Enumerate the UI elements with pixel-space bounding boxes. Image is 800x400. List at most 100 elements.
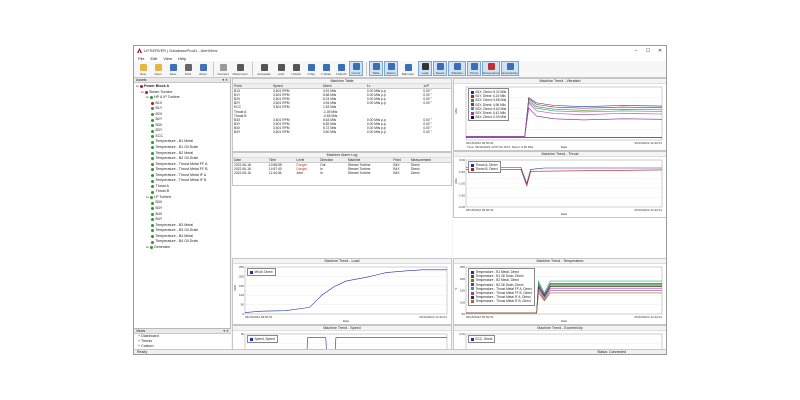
legend-swatch	[471, 107, 474, 111]
save-icon	[169, 64, 177, 71]
expand-icon[interactable]: ⊟	[141, 90, 144, 96]
open-button[interactable]: Open	[151, 61, 165, 76]
view-label: Trends	[141, 339, 153, 343]
print-button[interactable]: Print	[181, 61, 195, 76]
y-tick-label: 150	[460, 289, 465, 293]
expand-icon[interactable]: ⊟	[146, 245, 149, 251]
disconnect-button[interactable]: Disconnect	[231, 61, 249, 76]
y-tick-label: 100	[460, 300, 465, 304]
legend-swatch	[471, 299, 474, 303]
ribbon-label: Eccentricity	[502, 71, 518, 75]
thrust-trend-panel: Machine Trend - Thrust 0.00 -0.50 -1.00 -1.5…	[453, 151, 666, 218]
x-start-label: 06/15/2022 06:50:51	[466, 208, 494, 212]
load-button[interactable]: Load	[418, 61, 432, 76]
new-button[interactable]: New	[136, 61, 150, 76]
autoscale-icon	[260, 64, 268, 71]
close-button[interactable]: ✕	[654, 48, 666, 54]
1-month-button[interactable]: 1 Month	[334, 61, 348, 76]
unlock-button[interactable]: Unlock	[289, 61, 303, 76]
app-window: LIFSERVER | DatabaseProd1 - AlertView – …	[133, 45, 667, 355]
speed-button[interactable]: Speed	[433, 61, 447, 76]
legend-swatch	[471, 283, 474, 287]
assets-pane: Assets ▾ ✕ ⊟ Power Block A ⊟ Steam Turbine ⊟ H…	[134, 78, 231, 349]
cursor-icon	[352, 63, 360, 70]
minimize-button[interactable]: –	[630, 48, 642, 54]
expand-icon[interactable]: ⊟	[146, 195, 149, 201]
y-tick-label: 250	[239, 265, 244, 269]
ribbon-label: Save	[169, 72, 177, 76]
table-cell: Stream Turbine	[347, 171, 371, 176]
status-dot-icon	[151, 179, 154, 183]
table-cell: 0.00 Mils p-p	[366, 130, 386, 135]
menu-view[interactable]: View	[163, 56, 172, 61]
cursor-button[interactable]: Cursor	[349, 61, 363, 76]
table-row[interactable]: 2022-06-16 11:44:36 Alert In Stream Turbine B…	[233, 171, 451, 175]
ribbon-label: Alarms	[386, 71, 396, 75]
y-tick-label: 0.00	[459, 158, 465, 162]
legend-label: ECC, Direct	[475, 337, 493, 341]
1-day-button[interactable]: 1 Day	[304, 61, 318, 76]
thrust-button[interactable]: Thrust	[467, 61, 481, 76]
lock-icon	[277, 64, 285, 71]
y-tick-label: -2.00	[458, 205, 465, 209]
ribbon-separator	[366, 62, 367, 76]
menu-edit[interactable]: Edit	[150, 56, 157, 61]
expand-icon[interactable]: ⊟	[136, 84, 139, 90]
legend-item[interactable]: Temperature - Thrust Metal IF B, Direct	[471, 299, 532, 303]
vibration-legend: B1X, Direct: 6.32 Mils B1Y, Direct: 6.24 …	[468, 88, 510, 122]
legend-swatch	[471, 111, 474, 115]
save-button[interactable]: Save	[166, 61, 180, 76]
legend-swatch	[471, 167, 474, 171]
menu-file[interactable]: File	[138, 56, 144, 61]
temperature-button[interactable]: Temperature	[482, 61, 500, 76]
legend-item[interactable]: MVolt, Direct	[250, 270, 273, 274]
machine-table-panel: Machine Table Point Speed Direct 1x 1xP B1X 3,…	[232, 78, 452, 152]
print-icon	[184, 64, 192, 71]
new-icon	[139, 64, 147, 71]
speed-legend: Speed, Speed	[247, 335, 278, 344]
table-cell: Direct	[410, 171, 420, 176]
alarms-button[interactable]: Alarms	[384, 61, 398, 76]
views-pin-icon[interactable]: ▾ ✕	[223, 329, 229, 333]
maximize-button[interactable]: ☐	[642, 48, 654, 54]
legend-item[interactable]: ECC, Direct	[471, 337, 492, 341]
ribbon-label: Lock	[277, 72, 285, 76]
table-cell: 2022-06-16	[234, 171, 251, 176]
tree-item-generator[interactable]: ⊟ Generator	[136, 245, 228, 251]
legend-item[interactable]: Speed, Speed	[250, 337, 275, 341]
connect-button[interactable]: Connect	[216, 61, 230, 76]
status-dot-icon	[151, 107, 154, 111]
ribbon-label: Table	[372, 71, 380, 75]
views-pane: Views ▾ ✕ + Dashboard + Trends + Custom	[134, 328, 231, 349]
pane-pin-icon[interactable]: ▾ ✕	[222, 78, 228, 82]
ribbon-label: 1 Day	[307, 72, 315, 76]
ribbon-label: Barmeter	[401, 72, 415, 76]
status-dot-icon	[151, 229, 154, 233]
about-button[interactable]: About	[196, 61, 210, 76]
machine-table: Point Speed Direct 1x 1xP B1X 3,601 RPM 4.91 Mi…	[233, 84, 451, 134]
table-button[interactable]: Table	[369, 61, 383, 76]
connect-icon	[219, 64, 227, 71]
legend-label: Thrust B, Direct	[475, 167, 498, 172]
1-week-button[interactable]: 1 Week	[319, 61, 333, 76]
eccentricity-legend: ECC, Direct	[468, 335, 496, 344]
lock-button[interactable]: Lock	[274, 61, 288, 76]
legend-item[interactable]: B4X, Direct: 0.00 Mils	[471, 115, 506, 119]
legend-swatch	[471, 291, 474, 295]
status-dot-icon	[151, 235, 154, 239]
ribbon-label: Thrust	[469, 71, 479, 75]
expand-icon[interactable]: ⊟	[146, 95, 149, 101]
load-legend: MVolt, Direct	[247, 268, 276, 277]
vibration-button[interactable]: Vibration	[448, 61, 466, 76]
thrust-legend: Thrust A, Direct Thrust B, Direct	[468, 161, 501, 174]
autoscale-button[interactable]: Autoscale	[255, 61, 273, 76]
barmeter-button[interactable]: Barmeter	[399, 61, 417, 76]
menu-help[interactable]: Help	[178, 56, 186, 61]
table-row[interactable]: B4Y 3,601 RPM 3.50 Mils 0.00 Mils p-p 0.00 °	[233, 130, 451, 134]
eccentricity-button[interactable]: Eccentricity	[501, 61, 519, 76]
legend-swatch	[250, 270, 253, 274]
status-dot-icon	[151, 207, 154, 211]
view-label: Dashboard	[141, 334, 159, 338]
ribbon-toolbar: New Open Save Print About Connect Disconnect Au…	[134, 61, 666, 78]
legend-item[interactable]: Thrust B, Direct	[471, 167, 498, 171]
